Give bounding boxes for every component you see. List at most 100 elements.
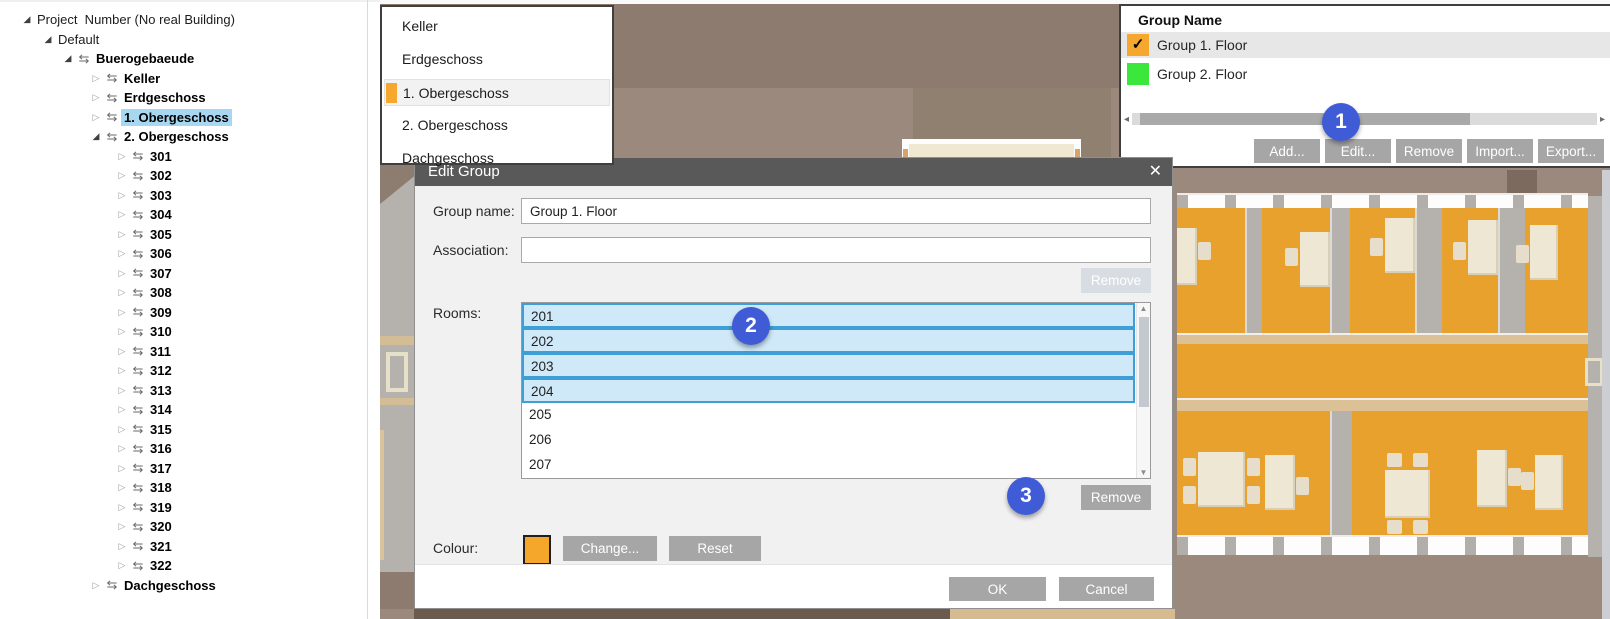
floor-list-item[interactable]: Erdgeschoss — [384, 46, 610, 73]
scroll-up-arrow[interactable]: ▲ — [1137, 304, 1150, 313]
expand-icon[interactable]: ▷ — [115, 190, 129, 201]
tree-row[interactable]: ▷⇆303 — [0, 186, 380, 206]
tree-row[interactable]: ▷⇆306 — [0, 244, 380, 264]
tree-row[interactable]: ▷⇆305 — [0, 225, 380, 245]
expand-icon[interactable]: ▷ — [115, 287, 129, 298]
expand-icon[interactable]: ▷ — [115, 248, 129, 259]
change-colour-button[interactable]: Change... — [563, 536, 657, 561]
room-list-item[interactable]: 207 — [522, 453, 1135, 478]
expand-icon[interactable]: ▷ — [115, 209, 129, 220]
group-color-checkbox[interactable]: ✓ — [1127, 34, 1149, 56]
tree-row[interactable]: ▷⇆308 — [0, 283, 380, 303]
expand-icon[interactable]: ▷ — [115, 463, 129, 474]
tree-row[interactable]: ▷⇆314 — [0, 400, 380, 420]
reset-colour-button[interactable]: Reset — [669, 536, 761, 561]
expand-icon[interactable]: ▷ — [89, 73, 103, 84]
scroll-left-arrow[interactable]: ◂ — [1121, 114, 1132, 125]
room-list-item[interactable]: 201 — [522, 303, 1135, 328]
expand-icon[interactable]: ▷ — [115, 268, 129, 279]
export-button[interactable]: Export... — [1538, 139, 1604, 163]
tree-row[interactable]: ◢Project Number (No real Building) — [0, 10, 380, 30]
tree-row[interactable]: ◢⇆2. Obergeschoss — [0, 127, 380, 147]
tree-row[interactable]: ▷⇆317 — [0, 459, 380, 479]
expand-icon[interactable]: ▷ — [89, 580, 103, 591]
group-color-checkbox[interactable] — [1127, 63, 1149, 85]
horizontal-scrollbar[interactable]: ◂ ▸ — [1121, 112, 1608, 126]
rooms-scrollbar[interactable]: ▲ ▼ — [1136, 303, 1150, 478]
tree-row[interactable]: ▷⇆313 — [0, 381, 380, 401]
group-row[interactable]: ✓Group 1. Floor — [1121, 32, 1610, 58]
expand-icon[interactable]: ▷ — [115, 424, 129, 435]
collapse-icon[interactable]: ◢ — [41, 34, 55, 45]
tree-row[interactable]: ▷⇆Keller — [0, 69, 380, 89]
scrollbar-thumb[interactable] — [1139, 317, 1149, 407]
expand-icon[interactable]: ▷ — [115, 541, 129, 552]
expand-icon[interactable]: ▷ — [115, 170, 129, 181]
tree-row[interactable]: ▷⇆321 — [0, 537, 380, 557]
room-list-item[interactable]: 204 — [522, 378, 1135, 403]
collapse-icon[interactable]: ◢ — [89, 131, 103, 142]
expand-icon[interactable]: ▷ — [115, 346, 129, 357]
ok-button[interactable]: OK — [949, 577, 1046, 601]
floor-list-item[interactable]: Dachgeschoss — [384, 145, 610, 172]
expand-icon[interactable]: ▷ — [115, 404, 129, 415]
edit-button[interactable]: Edit... — [1325, 139, 1391, 163]
scrollbar-track[interactable] — [1132, 113, 1597, 125]
collapse-icon[interactable]: ◢ — [61, 53, 75, 64]
expand-icon[interactable]: ▷ — [115, 482, 129, 493]
remove-button[interactable]: Remove — [1396, 139, 1462, 163]
cancel-button[interactable]: Cancel — [1059, 577, 1154, 601]
room-list-item[interactable]: 203 — [522, 353, 1135, 378]
floor-list-item[interactable]: 2. Obergeschoss — [384, 112, 610, 139]
add-button[interactable]: Add... — [1254, 139, 1320, 163]
tree-row[interactable]: ▷⇆311 — [0, 342, 380, 362]
tree-row[interactable]: ▷⇆Dachgeschoss — [0, 576, 380, 596]
expand-icon[interactable]: ▷ — [115, 229, 129, 240]
remove-rooms-button[interactable]: Remove — [1081, 485, 1151, 510]
expand-icon[interactable]: ▷ — [115, 502, 129, 513]
expand-icon[interactable]: ▷ — [115, 326, 129, 337]
floor-list-item[interactable]: 1. Obergeschoss — [384, 79, 610, 106]
tree-row[interactable]: ▷⇆320 — [0, 517, 380, 537]
tree-row[interactable]: ◢Default — [0, 30, 380, 50]
tree-row[interactable]: ▷⇆302 — [0, 166, 380, 186]
expand-icon[interactable]: ▷ — [89, 112, 103, 123]
tree-row[interactable]: ▷⇆319 — [0, 498, 380, 518]
tree-row[interactable]: ▷⇆307 — [0, 264, 380, 284]
import-button[interactable]: Import... — [1467, 139, 1533, 163]
scroll-right-arrow[interactable]: ▸ — [1597, 114, 1608, 125]
expand-icon[interactable]: ▷ — [115, 365, 129, 376]
tree-row[interactable]: ▷⇆304 — [0, 205, 380, 225]
scrollbar-thumb[interactable] — [1140, 113, 1470, 125]
tree-row[interactable]: ▷⇆301 — [0, 147, 380, 167]
collapse-icon[interactable]: ◢ — [20, 14, 34, 25]
tree-row[interactable]: ▷⇆309 — [0, 303, 380, 323]
tree-row[interactable]: ▷⇆315 — [0, 420, 380, 440]
expand-icon[interactable]: ▷ — [115, 560, 129, 571]
tree-row[interactable]: ▷⇆322 — [0, 556, 380, 576]
group-row[interactable]: Group 2. Floor — [1121, 61, 1610, 87]
tree-row[interactable]: ▷⇆310 — [0, 322, 380, 342]
expand-icon[interactable]: ▷ — [115, 521, 129, 532]
tree-row[interactable]: ▷⇆312 — [0, 361, 380, 381]
room-list-item[interactable]: 205 — [522, 403, 1135, 428]
expand-icon[interactable]: ▷ — [115, 385, 129, 396]
expand-icon[interactable]: ▷ — [115, 307, 129, 318]
tree-row[interactable]: ▷⇆316 — [0, 439, 380, 459]
floor-list-item[interactable]: Keller — [384, 13, 610, 40]
tree-row[interactable]: ▷⇆318 — [0, 478, 380, 498]
tree-row[interactable]: ◢⇆Buerogebaeude — [0, 49, 380, 69]
expand-icon[interactable]: ▷ — [115, 443, 129, 454]
colour-swatch[interactable] — [523, 535, 551, 565]
remove-association-button[interactable]: Remove — [1081, 268, 1151, 293]
expand-icon[interactable]: ▷ — [89, 92, 103, 103]
close-icon[interactable]: ✕ — [1149, 158, 1162, 186]
tree-row[interactable]: ▷⇆1. Obergeschoss — [0, 108, 380, 128]
scroll-down-arrow[interactable]: ▼ — [1137, 468, 1150, 477]
group-name-input[interactable] — [521, 198, 1151, 224]
room-list-item[interactable]: 202 — [522, 328, 1135, 353]
room-list-item[interactable]: 206 — [522, 428, 1135, 453]
tree-row[interactable]: ▷⇆Erdgeschoss — [0, 88, 380, 108]
association-input[interactable] — [521, 237, 1151, 263]
expand-icon[interactable]: ▷ — [115, 151, 129, 162]
